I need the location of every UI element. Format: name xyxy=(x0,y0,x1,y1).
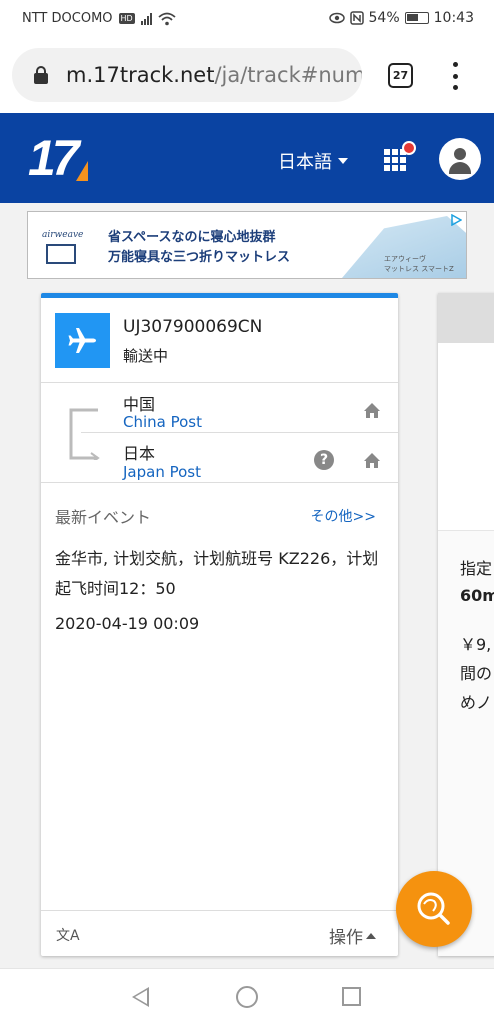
back-icon[interactable] xyxy=(132,987,149,1007)
notification-dot xyxy=(402,141,416,155)
system-nav-bar xyxy=(0,968,494,1024)
language-selector[interactable]: 日本語 xyxy=(278,148,348,174)
ad-headline-2: 万能寝具な三つ折りマットレス xyxy=(108,250,291,265)
recents-icon[interactable] xyxy=(342,987,361,1006)
plane-icon xyxy=(55,313,110,368)
signal-icon xyxy=(140,12,152,25)
adchoices-icon[interactable] xyxy=(450,214,462,226)
url-text[interactable]: m.17track.net/ja/track#nums xyxy=(66,63,362,87)
adjacent-card-header xyxy=(438,293,494,343)
status-bar: NTT DOCOMO HD 54% 10:43 xyxy=(0,0,494,38)
battery-icon xyxy=(404,12,429,24)
operations-button[interactable]: 操作 xyxy=(329,923,376,948)
browser-menu-icon[interactable] xyxy=(452,62,458,90)
status-left: NTT DOCOMO HD xyxy=(22,11,176,26)
home-icon[interactable] xyxy=(363,452,381,470)
caret-up-icon xyxy=(366,932,376,939)
ad-caption-1: エアウィーヴ xyxy=(384,255,426,263)
eye-icon xyxy=(328,12,345,24)
tab-switcher-button[interactable]: 27 xyxy=(388,63,413,88)
address-bar[interactable]: m.17track.net/ja/track#nums xyxy=(12,48,362,102)
logo-accent xyxy=(76,161,88,181)
tracking-card: UJ307900069CN 輸送中 中国 China Post 日本 Japan… xyxy=(41,293,398,956)
destination-country: 日本 xyxy=(123,444,156,463)
url-host: m.17track.net xyxy=(66,63,215,87)
url-path: /ja/track#nums xyxy=(214,63,362,87)
tracking-number[interactable]: UJ307900069CN xyxy=(123,317,262,337)
ad-caption: エアウィーヴマットレス スマートZ xyxy=(384,254,454,274)
origin-country: 中国 xyxy=(123,395,156,414)
latest-event-text: 金华市, 计划交航，计划航班号 KZ226，计划起飞时间12：50 xyxy=(55,549,379,598)
help-icon[interactable]: ? xyxy=(314,450,334,470)
route-bracket-icon xyxy=(69,408,100,460)
divider xyxy=(41,482,398,483)
lock-icon xyxy=(34,66,48,84)
latest-event-time: 2020-04-19 00:09 xyxy=(55,614,200,633)
home-nav-icon[interactable] xyxy=(236,986,258,1008)
translate-icon[interactable]: 文A xyxy=(56,925,80,945)
adjacent-text-5: めノ xyxy=(460,693,493,712)
status-right: 54% 10:43 xyxy=(328,10,474,26)
ad-headline-1: 省スペースなのに寝心地抜群 xyxy=(108,230,276,245)
origin-carrier-link[interactable]: China Post xyxy=(123,413,202,431)
shipment-status: 輸送中 xyxy=(123,347,169,365)
site-logo[interactable]: 17 xyxy=(28,133,80,183)
ad-banner[interactable]: airweave 省スペースなのに寝心地抜群 万能寝具な三つ折りマットレス エア… xyxy=(27,211,467,279)
more-events-link[interactable]: その他>> xyxy=(311,506,376,526)
card-footer: 文A 操作 xyxy=(41,910,398,958)
adjacent-card-image xyxy=(438,343,494,531)
site-header: 17 日本語 xyxy=(0,113,494,203)
user-head-icon xyxy=(454,148,466,160)
divider xyxy=(81,432,398,433)
latest-event-label: 最新イベント xyxy=(55,508,152,527)
track-search-icon xyxy=(417,892,450,925)
ad-brand-mark xyxy=(46,244,76,264)
browser-toolbar: m.17track.net/ja/track#nums 27 xyxy=(0,38,494,113)
hd-badge: HD xyxy=(118,13,135,24)
adjacent-text-1: 指定 xyxy=(460,559,493,578)
battery-percent: 54% xyxy=(368,10,400,26)
wifi-icon xyxy=(158,12,176,25)
clock: 10:43 xyxy=(433,10,474,26)
nfc-icon xyxy=(349,11,364,25)
avatar[interactable] xyxy=(439,138,481,180)
ad-brand: airweave xyxy=(42,230,84,240)
track-search-button[interactable] xyxy=(396,871,472,947)
operations-label: 操作 xyxy=(329,928,363,948)
ad-caption-2: マットレス スマートZ xyxy=(384,265,454,273)
adjacent-text-4: 間の xyxy=(460,664,493,683)
adjacent-text-3: ￥9, xyxy=(460,635,492,654)
home-icon[interactable] xyxy=(363,402,381,420)
carrier-name: NTT DOCOMO xyxy=(22,11,113,26)
language-label: 日本語 xyxy=(278,152,332,173)
adjacent-card[interactable]: 指定 60m ￥9, 間の めノ xyxy=(438,293,494,956)
divider xyxy=(41,382,398,383)
destination-carrier-link[interactable]: Japan Post xyxy=(123,463,201,481)
adjacent-text-2: 60m xyxy=(460,586,494,605)
user-body-icon xyxy=(449,162,471,174)
chevron-down-icon xyxy=(338,158,348,164)
